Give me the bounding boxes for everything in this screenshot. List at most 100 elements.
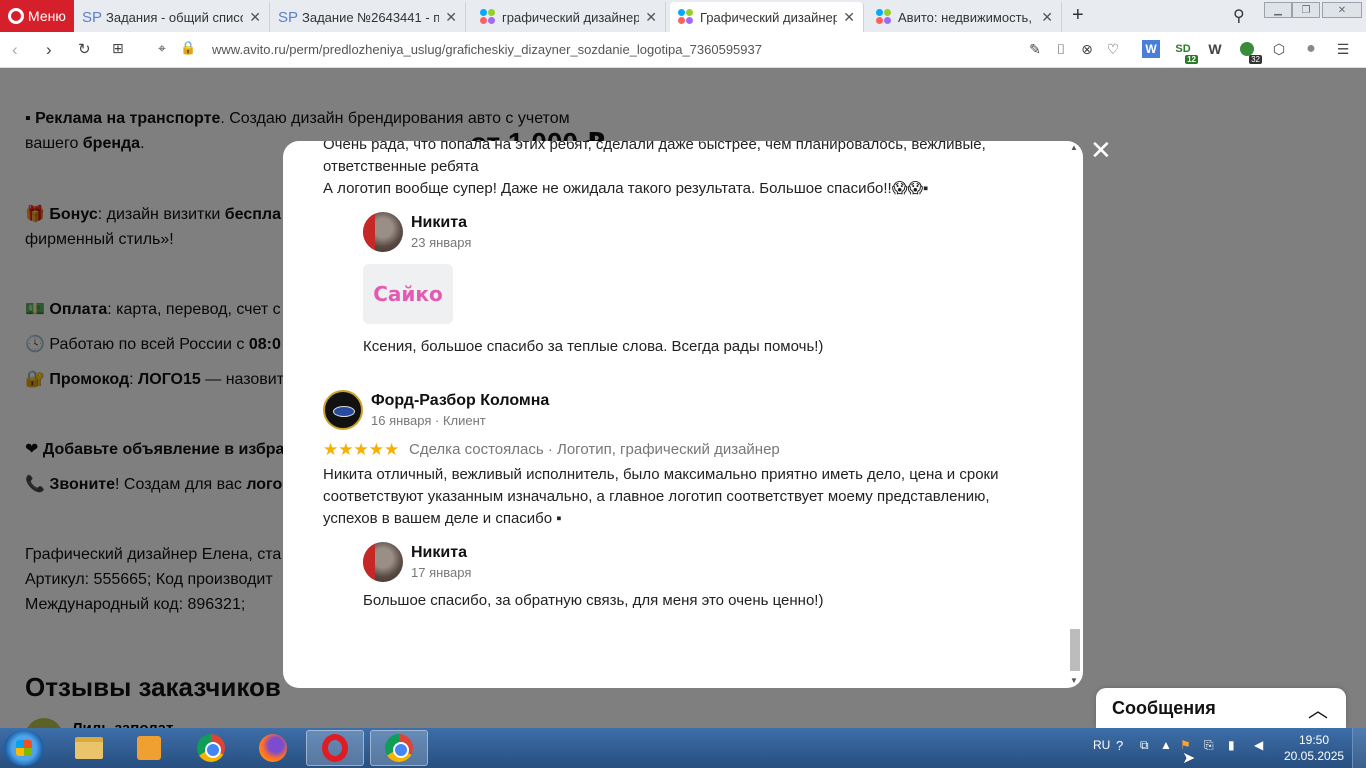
vk-extension-icon[interactable]: 32 xyxy=(1238,40,1262,64)
reply2-text: Большое спасибо, за обратную связь, для … xyxy=(363,592,824,609)
sp-favicon-icon: SP xyxy=(278,8,299,26)
reply2-author[interactable]: Никита xyxy=(411,544,467,562)
tab-title: Графический дизайнер, со xyxy=(700,9,837,25)
show-desktop-button[interactable] xyxy=(1352,728,1366,768)
taskbar: RU ? ⧉ ▲ ⚑ ⎘ ▮ ◀ 19:50 20.05.2025 xyxy=(0,728,1366,768)
media-player-icon xyxy=(137,736,161,760)
menu-label: Меню xyxy=(28,8,66,24)
opera-menu-button[interactable]: Меню xyxy=(0,0,74,32)
explorer-taskbar-button[interactable] xyxy=(60,730,118,766)
forward-icon[interactable]: › xyxy=(46,40,52,60)
clock[interactable]: 19:50 20.05.2025 xyxy=(1284,732,1344,764)
review2-author[interactable]: Форд-Разбор Коломна xyxy=(371,392,549,410)
sd-badge: 12 xyxy=(1185,55,1198,64)
tab-bar: Меню SP Задания - общий список з ✕ SP За… xyxy=(0,0,1366,32)
sp-favicon-icon: SP xyxy=(82,8,103,26)
folder-icon xyxy=(75,737,103,759)
edit-icon[interactable]: ✎ xyxy=(1026,40,1044,58)
mouse-cursor-icon: ➤ xyxy=(1182,750,1196,767)
chevron-up-icon[interactable]: ︿ xyxy=(1308,694,1328,723)
minimize-icon[interactable]: ▁ xyxy=(1264,2,1292,18)
ford-avatar[interactable] xyxy=(323,390,363,430)
chrome-icon-2 xyxy=(385,734,413,762)
address-bar: ‹ › ↻ ⊞ ⌖ 🔒 www.avito.ru/perm/predlozhen… xyxy=(0,32,1366,68)
network-icon[interactable]: ▮ xyxy=(1228,738,1235,752)
scroll-down-icon[interactable]: ▼ xyxy=(1070,676,1078,685)
back-icon[interactable]: ‹ xyxy=(12,40,18,60)
reviews-modal: Очень рада, что попала на этих ребят, сд… xyxy=(283,141,1083,688)
opera-icon xyxy=(322,734,348,762)
scroll-thumb[interactable] xyxy=(1070,629,1080,671)
tab-4-active[interactable]: Графический дизайнер, со ✕ xyxy=(670,2,864,32)
rating-stars: ★★★★★ xyxy=(323,440,400,459)
tab-close-icon[interactable]: ✕ xyxy=(445,9,457,26)
sd-extension-icon[interactable]: SD 12 xyxy=(1174,40,1198,64)
easy-setup-icon[interactable]: ☰ xyxy=(1334,40,1352,58)
w-extension-icon[interactable]: W xyxy=(1142,40,1160,58)
review2-text-line1: Никита отличный, вежливый исполнитель, б… xyxy=(323,466,999,483)
tab-3[interactable]: графический дизайнер - П ✕ xyxy=(472,2,666,32)
tab-5[interactable]: Авито: недвижимость, тра ✕ xyxy=(868,2,1062,32)
tab-2[interactable]: SP Задание №2643441 - прос ✕ xyxy=(272,2,466,32)
tab-search-icon[interactable]: ⚲ xyxy=(1233,6,1245,26)
tab-grid-icon[interactable]: ⊞ xyxy=(112,40,124,57)
tab-title: Задания - общий список з xyxy=(106,9,243,25)
nikita-avatar-2[interactable] xyxy=(363,542,403,582)
location-icon[interactable]: ⌖ xyxy=(158,40,166,57)
logo-thumbnail[interactable]: Сайко xyxy=(363,264,453,324)
reply1-date: 23 января xyxy=(411,235,472,250)
w2-extension-icon[interactable]: W xyxy=(1206,40,1224,58)
block-icon[interactable]: ⊗ xyxy=(1078,40,1096,58)
usb-icon[interactable]: ⎘ xyxy=(1204,738,1214,753)
reload-icon[interactable]: ↻ xyxy=(78,40,91,58)
camera-icon[interactable]: ⌷ xyxy=(1052,40,1070,58)
media-taskbar-button[interactable] xyxy=(120,730,178,766)
chrome-icon xyxy=(197,734,225,762)
help-icon[interactable]: ? xyxy=(1116,738,1123,753)
nikita-avatar[interactable] xyxy=(363,212,403,252)
review2-text-line2: соответствуют указанным изначально, а гл… xyxy=(323,488,990,505)
review2-date: 16 января · Клиент xyxy=(371,413,486,428)
avito-favicon-icon xyxy=(876,9,892,25)
profile-icon[interactable]: ● xyxy=(1302,40,1320,58)
chrome-taskbar-button[interactable] xyxy=(182,730,240,766)
tab-title: Задание №2643441 - прос xyxy=(302,9,439,25)
show-hidden-icons-icon[interactable]: ▲ xyxy=(1160,738,1172,752)
chrome-alt-taskbar-button[interactable] xyxy=(370,730,428,766)
tab-1[interactable]: SP Задания - общий список з ✕ xyxy=(76,2,270,32)
tab-close-icon[interactable]: ✕ xyxy=(249,9,261,26)
tab-close-icon[interactable]: ✕ xyxy=(843,9,855,26)
clock-time: 19:50 xyxy=(1298,733,1330,747)
volume-icon[interactable]: ◀ xyxy=(1254,738,1263,752)
reply1-author[interactable]: Никита xyxy=(411,214,467,232)
tab-close-icon[interactable]: ✕ xyxy=(1041,9,1053,26)
display-icon[interactable]: ⧉ xyxy=(1140,738,1149,753)
tab-title: Авито: недвижимость, тра xyxy=(898,9,1035,25)
modal-close-icon[interactable]: ✕ xyxy=(1090,137,1112,163)
scroll-up-icon[interactable]: ▲ xyxy=(1070,143,1078,152)
reply2-date: 17 января xyxy=(411,565,472,580)
close-window-icon[interactable]: ✕ xyxy=(1322,2,1362,18)
language-indicator[interactable]: RU xyxy=(1093,738,1110,752)
modal-scrollbar[interactable]: ▲ ▼ xyxy=(1068,141,1082,687)
vk-circle-icon xyxy=(1240,42,1254,56)
tab-close-icon[interactable]: ✕ xyxy=(645,9,657,26)
new-tab-icon[interactable]: + xyxy=(1072,4,1084,27)
maximize-icon[interactable]: ❐ xyxy=(1292,2,1320,18)
review2-text-line3: успехов в вашем деле и спасибо ▪ xyxy=(323,510,562,527)
clock-date: 20.05.2025 xyxy=(1284,749,1345,763)
firefox-taskbar-button[interactable] xyxy=(244,730,302,766)
cube-icon[interactable]: ⬡ xyxy=(1270,40,1288,58)
opera-taskbar-button[interactable] xyxy=(306,730,364,766)
windows-logo-icon xyxy=(16,740,32,756)
start-button[interactable] xyxy=(4,730,44,766)
messages-widget[interactable]: Сообщения ︿ xyxy=(1096,688,1346,728)
lock-icon[interactable]: 🔒 xyxy=(180,40,196,56)
vk-badge: 32 xyxy=(1249,55,1262,64)
heart-icon[interactable]: ♡ xyxy=(1104,40,1122,58)
opera-logo-icon xyxy=(8,8,24,24)
url-field[interactable]: www.avito.ru/perm/predlozheniya_uslug/gr… xyxy=(212,42,762,57)
sd-label: SD xyxy=(1175,43,1191,55)
logo-thumbnail-text: Сайко xyxy=(373,282,443,306)
deal-status: Сделка состоялась · Логотип, графический… xyxy=(409,441,780,458)
